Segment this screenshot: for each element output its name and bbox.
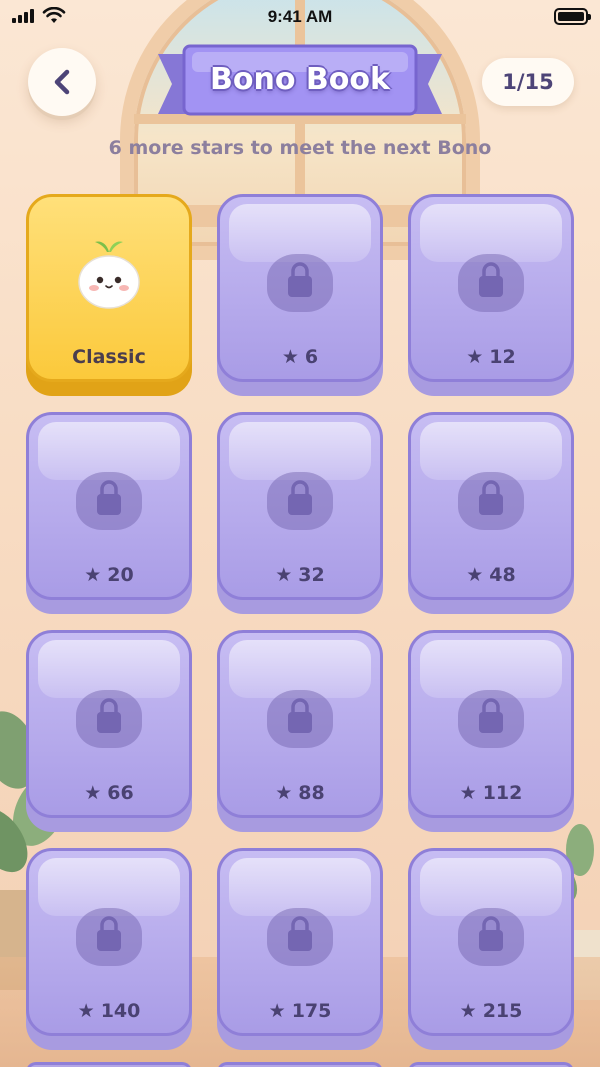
star-cost: ★ 88 [275,782,325,804]
lock-icon [479,916,503,951]
next-row-peek [26,1062,574,1067]
lock-icon [288,698,312,733]
star-cost: ★ 20 [84,564,134,586]
bono-character-icon [78,241,140,309]
star-cost: ★ 6 [281,346,319,368]
lock-icon [97,480,121,515]
character-card-locked[interactable]: ★ 12 [408,194,574,396]
status-bar: 9:41 AM [0,0,600,34]
character-card-locked[interactable]: ★ 6 [217,194,383,396]
character-card-locked[interactable]: ★ 48 [408,412,574,614]
character-card-locked[interactable]: ★ 112 [408,630,574,832]
battery-icon [554,8,591,25]
star-icon: ★ [77,1000,95,1022]
character-card-locked[interactable]: ★ 175 [217,848,383,1050]
lock-icon [479,262,503,297]
back-button[interactable] [28,48,96,116]
character-grid: Classic ★ 6 ★ 12 ★ 20 ★ 32 ★ 48 ★ 66 ★ 8… [26,194,574,1050]
star-icon: ★ [84,564,102,586]
next-unlock-hint: 6 more stars to meet the next Bono [108,137,492,159]
star-cost: ★ 12 [466,346,516,368]
star-icon: ★ [281,346,299,368]
character-card-locked[interactable]: ★ 66 [26,630,192,832]
lock-icon [479,480,503,515]
character-card-classic[interactable]: Classic [26,194,192,396]
character-card-locked[interactable]: ★ 32 [217,412,383,614]
collection-progress-badge: 1/15 [482,58,574,106]
lock-icon [97,698,121,733]
star-cost: ★ 112 [459,782,523,804]
character-card-locked[interactable]: ★ 20 [26,412,192,614]
chevron-left-icon [54,69,70,95]
page-title: Bono Book [210,62,390,97]
star-cost: ★ 140 [77,1000,141,1022]
star-cost: ★ 48 [466,564,516,586]
star-icon: ★ [459,782,477,804]
lock-icon [288,262,312,297]
lock-icon [479,698,503,733]
lock-icon [288,916,312,951]
title-banner: Bono Book [158,44,442,120]
character-name: Classic [72,346,146,368]
star-icon: ★ [275,782,293,804]
character-card-locked[interactable]: ★ 140 [26,848,192,1050]
star-cost: ★ 175 [268,1000,332,1022]
star-icon: ★ [459,1000,477,1022]
lock-icon [97,916,121,951]
lock-icon [288,480,312,515]
star-cost: ★ 66 [84,782,134,804]
star-icon: ★ [84,782,102,804]
character-card-locked[interactable]: ★ 215 [408,848,574,1050]
star-icon: ★ [466,346,484,368]
star-icon: ★ [268,1000,286,1022]
star-cost: ★ 32 [275,564,325,586]
star-icon: ★ [275,564,293,586]
status-time: 9:41 AM [267,7,333,26]
star-icon: ★ [466,564,484,586]
star-cost: ★ 215 [459,1000,523,1022]
character-card-locked[interactable]: ★ 88 [217,630,383,832]
